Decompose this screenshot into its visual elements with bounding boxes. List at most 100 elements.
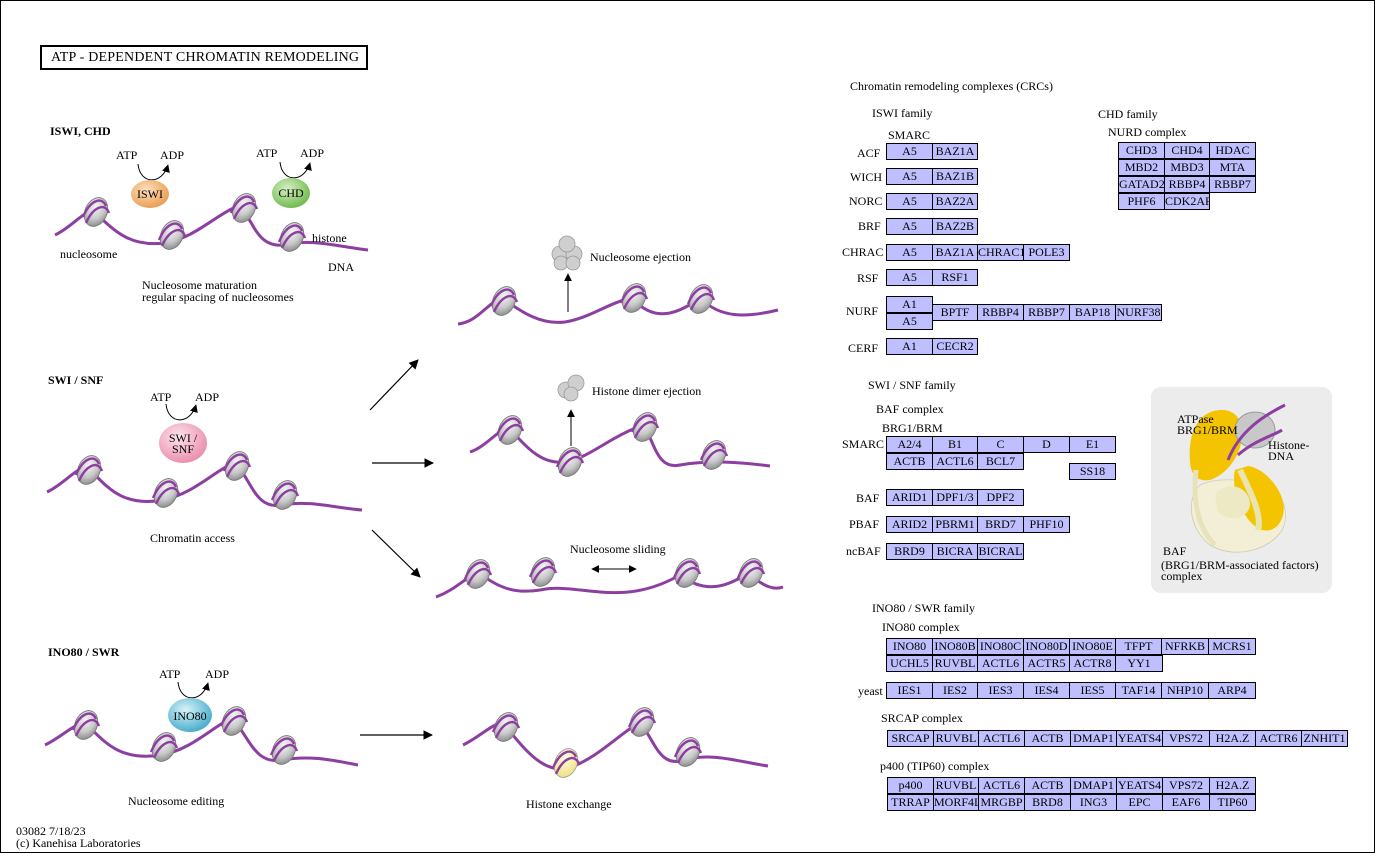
gene-box[interactable]: ACTB	[1024, 777, 1071, 794]
gene-box[interactable]: A5	[886, 143, 933, 160]
gene-box[interactable]: BPTF	[932, 304, 978, 321]
ino80-enzyme-label[interactable]: INO80	[168, 709, 212, 723]
gene-box[interactable]: BAP18	[1069, 304, 1116, 321]
gene-box[interactable]: VPS72	[1162, 777, 1210, 794]
gene-box[interactable]: MBD3	[1164, 159, 1210, 176]
gene-box[interactable]: RBBP4	[1164, 176, 1210, 193]
gene-box[interactable]: MRGBP	[978, 794, 1025, 811]
gene-box[interactable]: DMAP1	[1070, 730, 1117, 747]
gene-box[interactable]: A5	[886, 313, 933, 330]
gene-box[interactable]: SRCAP	[887, 730, 934, 747]
iswi-enzyme-label[interactable]: ISWI	[131, 187, 169, 201]
gene-box[interactable]: UCHL5	[886, 655, 933, 672]
gene-box[interactable]: A5	[886, 168, 933, 185]
gene-box[interactable]: HDAC	[1209, 142, 1256, 159]
gene-box[interactable]: ACTB	[886, 453, 933, 470]
gene-box[interactable]: H2A.Z	[1209, 730, 1256, 747]
gene-box[interactable]: MORF4L	[933, 794, 979, 811]
gene-box[interactable]: SS18	[1069, 463, 1116, 480]
gene-box[interactable]: BAZ1B	[932, 168, 978, 185]
gene-box[interactable]: ARID1	[886, 489, 933, 506]
gene-box[interactable]: A5	[886, 269, 933, 286]
gene-box[interactable]: RBBP4	[977, 304, 1024, 321]
gene-box[interactable]: ACTL6	[977, 655, 1024, 672]
gene-box[interactable]: BAZ2A	[932, 193, 978, 210]
gene-box[interactable]: B1	[932, 436, 978, 453]
gene-box[interactable]: BAZ1A	[932, 143, 978, 160]
gene-box[interactable]: BRD9	[886, 543, 933, 560]
gene-box[interactable]: NHP10	[1161, 682, 1209, 699]
gene-box[interactable]: INO80E	[1069, 638, 1116, 655]
gene-box[interactable]: INO80C	[977, 638, 1024, 655]
gene-box[interactable]: PHF6	[1118, 193, 1165, 210]
gene-box[interactable]: A5	[886, 193, 933, 210]
gene-box[interactable]: ACTB	[1024, 730, 1071, 747]
gene-box[interactable]: E1	[1069, 436, 1116, 453]
gene-box[interactable]: ARID2	[886, 516, 933, 533]
gene-box[interactable]: CHD4	[1164, 142, 1210, 159]
gene-box[interactable]: CHRAC1	[977, 244, 1024, 261]
gene-box[interactable]: VPS72	[1162, 730, 1210, 747]
gene-box[interactable]: A2/4	[886, 436, 933, 453]
gene-box[interactable]: DPF1/3	[932, 489, 978, 506]
gene-box[interactable]: ACTL6	[932, 453, 978, 470]
gene-box[interactable]: EAF6	[1162, 794, 1210, 811]
gene-box[interactable]: ARP4	[1208, 682, 1256, 699]
gene-box[interactable]: PHF10	[1023, 516, 1070, 533]
gene-box[interactable]: YEATS4	[1116, 730, 1163, 747]
gene-box[interactable]: BAZ1A	[932, 244, 978, 261]
gene-box[interactable]: MCRS1	[1208, 638, 1256, 655]
gene-box[interactable]: RBBP7	[1209, 176, 1256, 193]
gene-box[interactable]: TFPT	[1115, 638, 1162, 655]
gene-box[interactable]: ACTR6	[1255, 730, 1302, 747]
gene-box[interactable]: D	[1023, 436, 1070, 453]
gene-box[interactable]: CDK2AP	[1164, 193, 1210, 210]
gene-box[interactable]: IES2	[932, 682, 978, 699]
gene-box[interactable]: C	[977, 436, 1024, 453]
gene-box[interactable]: p400	[887, 777, 934, 794]
gene-box[interactable]: DMAP1	[1070, 777, 1117, 794]
gene-box[interactable]: ACTL6	[978, 730, 1025, 747]
swi-snf-enzyme-label[interactable]: SWI / SNF	[161, 432, 205, 455]
gene-box[interactable]: TIP60	[1209, 794, 1256, 811]
gene-box[interactable]: POLE3	[1023, 244, 1070, 261]
gene-box[interactable]: MTA	[1209, 159, 1256, 176]
gene-box[interactable]: NURF38	[1115, 304, 1162, 321]
gene-box[interactable]: ZNHIT1	[1301, 730, 1348, 747]
gene-box[interactable]: A1	[886, 338, 933, 355]
gene-box[interactable]: RUVBL	[933, 730, 979, 747]
chd-enzyme-label[interactable]: CHD	[272, 186, 310, 200]
gene-box[interactable]: TRRAP	[887, 794, 934, 811]
gene-box[interactable]: ACTR8	[1069, 655, 1116, 672]
gene-box[interactable]: BAZ2B	[932, 218, 978, 235]
gene-box[interactable]: RUVBL	[932, 655, 978, 672]
gene-box[interactable]: DPF2	[977, 489, 1024, 506]
gene-box[interactable]: RBBP7	[1023, 304, 1070, 321]
gene-box[interactable]: IES4	[1023, 682, 1070, 699]
gene-box[interactable]: BCL7	[977, 453, 1024, 470]
gene-box[interactable]: ACTL6	[978, 777, 1025, 794]
gene-box[interactable]: TAF14	[1115, 682, 1162, 699]
gene-box[interactable]: PBRM1	[932, 516, 978, 533]
gene-box[interactable]: CECR2	[932, 338, 978, 355]
gene-box[interactable]: BRD8	[1024, 794, 1071, 811]
gene-box[interactable]: BICRAL	[977, 543, 1024, 560]
gene-box[interactable]: A5	[886, 218, 933, 235]
gene-box[interactable]: A5	[886, 244, 933, 261]
gene-box[interactable]: YEATS4	[1116, 777, 1163, 794]
gene-box[interactable]: EPC	[1116, 794, 1163, 811]
gene-box[interactable]: BRD7	[977, 516, 1024, 533]
gene-box[interactable]: BICRA	[932, 543, 978, 560]
gene-box[interactable]: MBD2	[1118, 159, 1165, 176]
gene-box[interactable]: CHD3	[1118, 142, 1165, 159]
gene-box[interactable]: IES1	[886, 682, 933, 699]
gene-box[interactable]: RUVBL	[933, 777, 979, 794]
gene-box[interactable]: INO80D	[1023, 638, 1070, 655]
gene-box[interactable]: GATAD2	[1118, 176, 1165, 193]
gene-box[interactable]: ACTR5	[1023, 655, 1070, 672]
gene-box[interactable]: IES3	[977, 682, 1024, 699]
gene-box[interactable]: IES5	[1069, 682, 1116, 699]
gene-box[interactable]: RSF1	[932, 269, 978, 286]
gene-box[interactable]: ING3	[1070, 794, 1117, 811]
gene-box[interactable]: INO80B	[932, 638, 978, 655]
